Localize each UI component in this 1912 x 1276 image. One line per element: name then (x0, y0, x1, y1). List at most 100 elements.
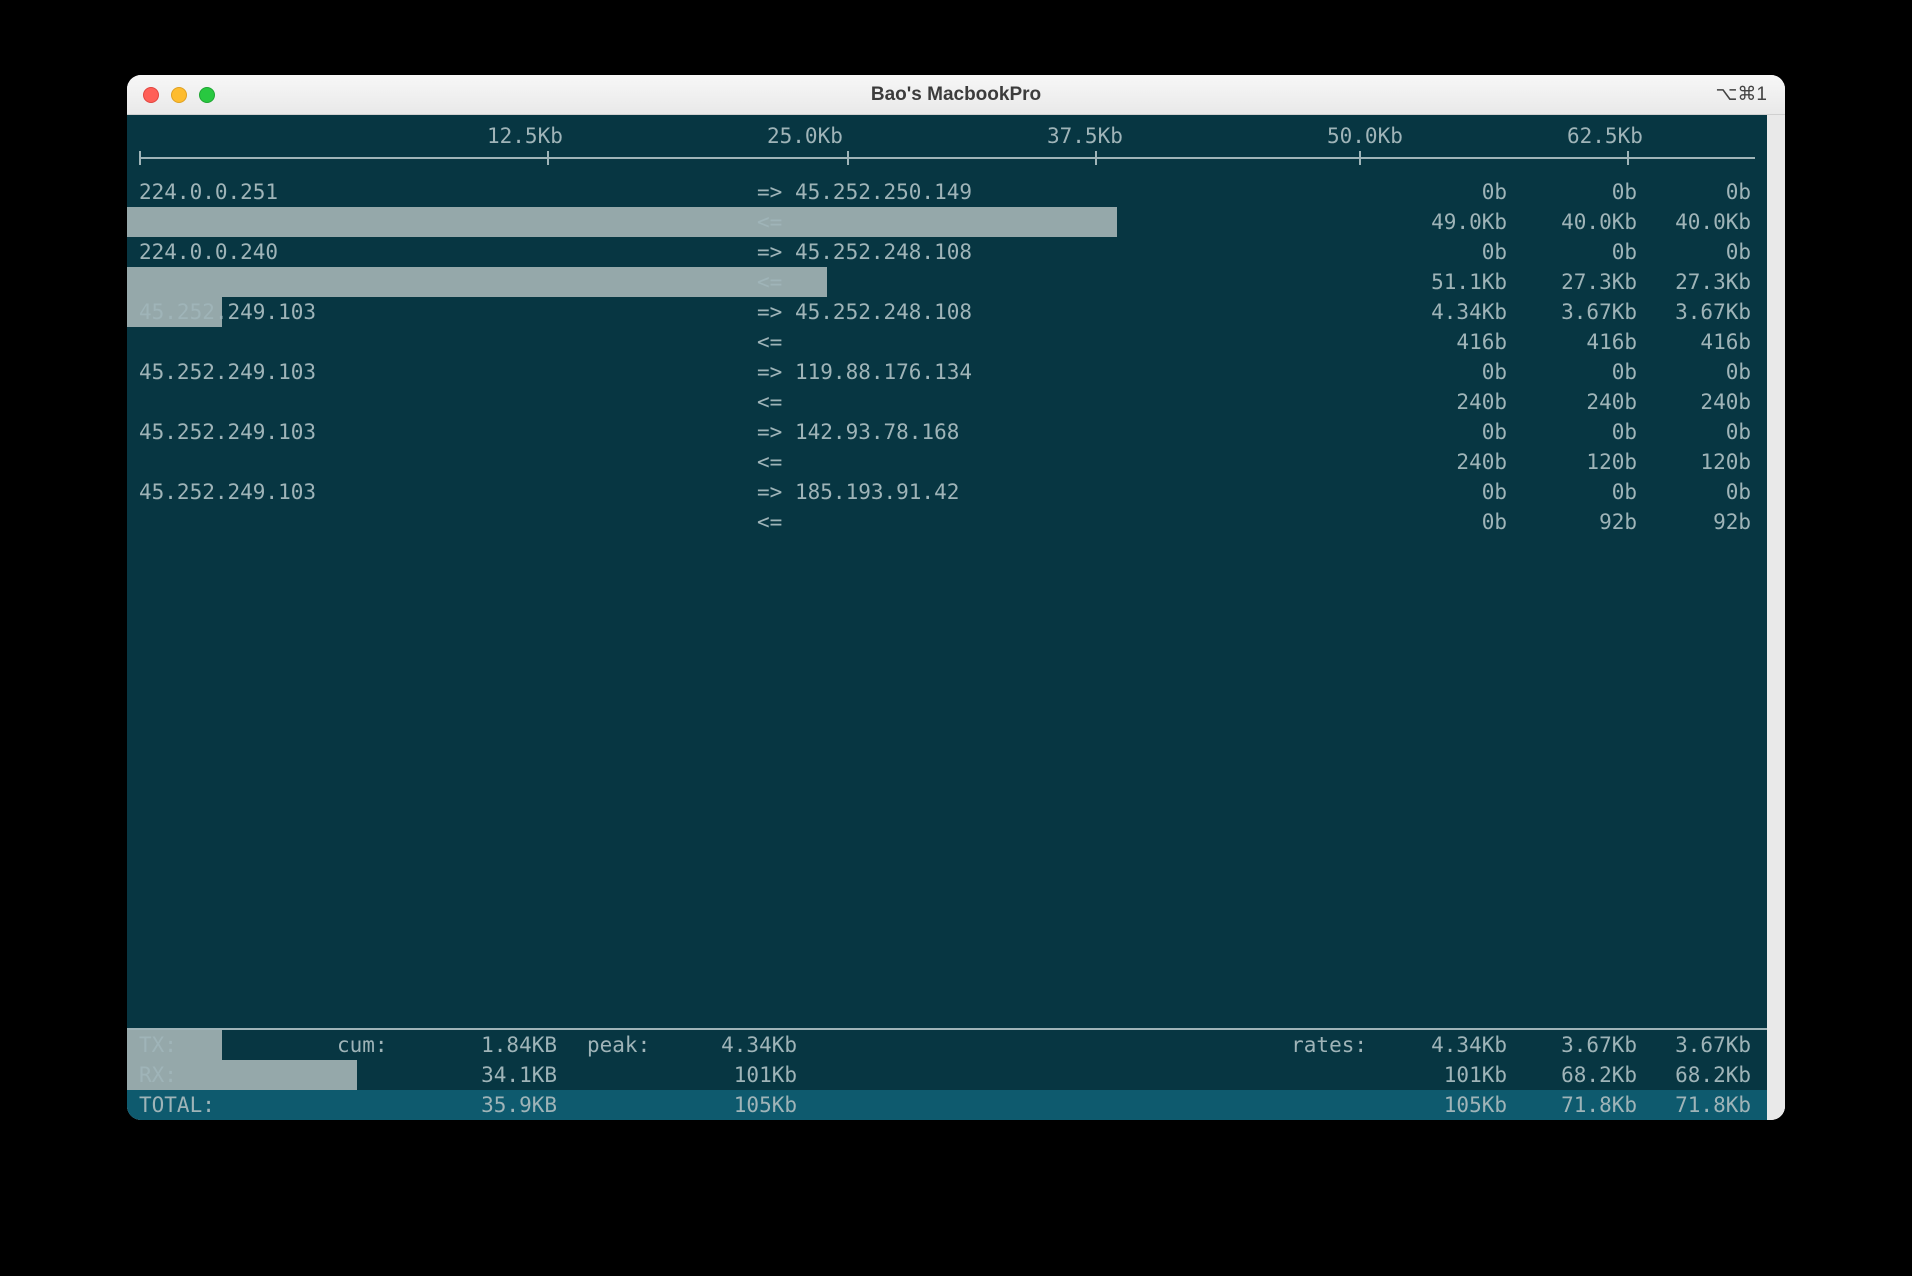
peak-value: 105Kb (687, 1090, 797, 1120)
arrow-tx-icon: => (757, 357, 782, 387)
rate-40s: 40.0Kb (1631, 207, 1751, 237)
rate-40s: 68.2Kb (1631, 1060, 1751, 1090)
connection-rx-row: <= 49.0Kb 40.0Kb40.0Kb (127, 207, 1767, 237)
scale-label: 37.5Kb (1047, 121, 1123, 151)
arrow-rx-icon: <= (757, 267, 782, 297)
totals-rx-row: RX: 34.1KB 101Kb 101Kb 68.2Kb68.2Kb (127, 1060, 1767, 1090)
dst-host: 45.252.248.108 (795, 297, 972, 327)
totals-tx-row: TX:cum:1.84KBpeak:4.34Kbrates:4.34Kb3.67… (127, 1030, 1767, 1060)
rate-2s: 0b (1387, 417, 1507, 447)
titlebar[interactable]: Bao's MacbookPro ⌥⌘1 (127, 75, 1785, 115)
rate-10s: 71.8Kb (1517, 1090, 1637, 1120)
connection-rx-row: <= 240b 120b120b (127, 447, 1767, 477)
totals-label: TOTAL: (139, 1090, 215, 1120)
arrow-tx-icon: => (757, 417, 782, 447)
rates-label: rates: (1291, 1030, 1367, 1060)
connection-rx-row: <=0b92b92b (127, 507, 1767, 537)
rate-2s: 416b (1387, 327, 1507, 357)
scale-tick (547, 151, 549, 165)
traffic-bar (127, 207, 1117, 237)
connection-rx-row: <=51.1Kb27.3Kb27.3Kb (127, 267, 1767, 297)
window-shortcut-hint: ⌥⌘1 (1716, 83, 1767, 106)
src-host: 224.0.0.240 (139, 237, 278, 267)
rate-10s: 0b (1517, 237, 1637, 267)
rate-40s: 0b (1631, 357, 1751, 387)
arrow-rx-icon: <= (757, 447, 782, 477)
rate-40s: 92b (1631, 507, 1751, 537)
rate-2s: 51.1Kb (1387, 267, 1507, 297)
connection-tx-row: 45.252.249.103=>45.252.248.1084.34Kb3.67… (127, 297, 1767, 327)
desktop: Bao's MacbookPro ⌥⌘1 12.5Kb 25.0Kb 37.5Kb 5… (0, 0, 1912, 1276)
rate-10s: 3.67Kb (1517, 297, 1637, 327)
rate-2s: 0b (1387, 237, 1507, 267)
connection-tx-row: 224.0.0.251=>45.252.250.1490b0b0b (127, 177, 1767, 207)
rate-10s: 40.0Kb (1517, 207, 1637, 237)
connection-rx-row: <=416b416b416b (127, 327, 1767, 357)
scale-tick (847, 151, 849, 165)
rate-2s: 4.34Kb (1387, 297, 1507, 327)
scale-tick (1095, 151, 1097, 165)
cum-label: cum: (337, 1030, 388, 1060)
arrow-tx-icon: => (757, 177, 782, 207)
scale-label: 62.5Kb (1567, 121, 1643, 151)
rate-2s: 240b (1387, 387, 1507, 417)
rate-10s: 0b (1517, 357, 1637, 387)
rate-40s: 71.8Kb (1631, 1090, 1751, 1120)
cum-value: 35.9KB (447, 1090, 557, 1120)
rate-40s: 416b (1631, 327, 1751, 357)
rate-2s: 0b (1387, 477, 1507, 507)
window-title: Bao's MacbookPro (127, 84, 1785, 106)
rate-2s: 49.0Kb (1387, 207, 1507, 237)
rate-40s: 0b (1631, 477, 1751, 507)
dst-host: 45.252.250.149 (795, 177, 972, 207)
arrow-tx-icon: => (757, 477, 782, 507)
scale-axis (139, 157, 1755, 159)
rate-2s: 105Kb (1387, 1090, 1507, 1120)
rate-10s: 0b (1517, 177, 1637, 207)
arrow-tx-icon: => (757, 237, 782, 267)
rate-2s: 101Kb (1387, 1060, 1507, 1090)
rate-40s: 120b (1631, 447, 1751, 477)
dst-host: 119.88.176.134 (795, 357, 972, 387)
totals-label: RX: (139, 1060, 177, 1090)
src-host: 45.252.249.103 (139, 297, 316, 327)
src-host: 45.252.249.103 (139, 477, 316, 507)
connection-list: 224.0.0.251=>45.252.250.1490b0b0b<=49.0K… (127, 177, 1767, 537)
terminal-wrap: 12.5Kb 25.0Kb 37.5Kb 50.0Kb 62.5Kb 224.0.0.2… (127, 115, 1785, 1120)
connection-tx-row: 45.252.249.103=>119.88.176.1340b0b0b (127, 357, 1767, 387)
cum-value: 34.1KB (447, 1060, 557, 1090)
rate-10s: 416b (1517, 327, 1637, 357)
arrow-rx-icon: <= (757, 207, 782, 237)
rate-2s: 240b (1387, 447, 1507, 477)
rate-2s: 0b (1387, 357, 1507, 387)
dst-host: 185.193.91.42 (795, 477, 959, 507)
src-host: 224.0.0.251 (139, 177, 278, 207)
rate-10s: 68.2Kb (1517, 1060, 1637, 1090)
arrow-rx-icon: <= (757, 387, 782, 417)
arrow-rx-icon: <= (757, 327, 782, 357)
rate-40s: 3.67Kb (1631, 297, 1751, 327)
connection-tx-row: 224.0.0.240=>45.252.248.1080b0b0b (127, 237, 1767, 267)
scale-label: 25.0Kb (767, 121, 843, 151)
bandwidth-scale: 12.5Kb 25.0Kb 37.5Kb 50.0Kb 62.5Kb (127, 115, 1767, 177)
scale-label: 50.0Kb (1327, 121, 1403, 151)
dst-host: 45.252.248.108 (795, 237, 972, 267)
scale-tick (1359, 151, 1361, 165)
scrollbar[interactable] (1767, 115, 1785, 1120)
traffic-bar (127, 267, 827, 297)
peak-value: 101Kb (687, 1060, 797, 1090)
scale-tick (139, 151, 141, 165)
terminal-window: Bao's MacbookPro ⌥⌘1 12.5Kb 25.0Kb 37.5Kb 5… (127, 75, 1785, 1120)
cum-value: 1.84KB (447, 1030, 557, 1060)
connection-tx-row: 45.252.249.103=>142.93.78.1680b0b0b (127, 417, 1767, 447)
totals-label: TX: (139, 1030, 177, 1060)
rate-10s: 0b (1517, 417, 1637, 447)
rate-10s: 92b (1517, 507, 1637, 537)
rate-40s: 3.67Kb (1631, 1030, 1751, 1060)
scale-label: 12.5Kb (487, 121, 563, 151)
connection-tx-row: 45.252.249.103=>185.193.91.420b0b0b (127, 477, 1767, 507)
terminal[interactable]: 12.5Kb 25.0Kb 37.5Kb 50.0Kb 62.5Kb 224.0.0.2… (127, 115, 1767, 1120)
rate-10s: 120b (1517, 447, 1637, 477)
arrow-rx-icon: <= (757, 507, 782, 537)
rate-40s: 27.3Kb (1631, 267, 1751, 297)
